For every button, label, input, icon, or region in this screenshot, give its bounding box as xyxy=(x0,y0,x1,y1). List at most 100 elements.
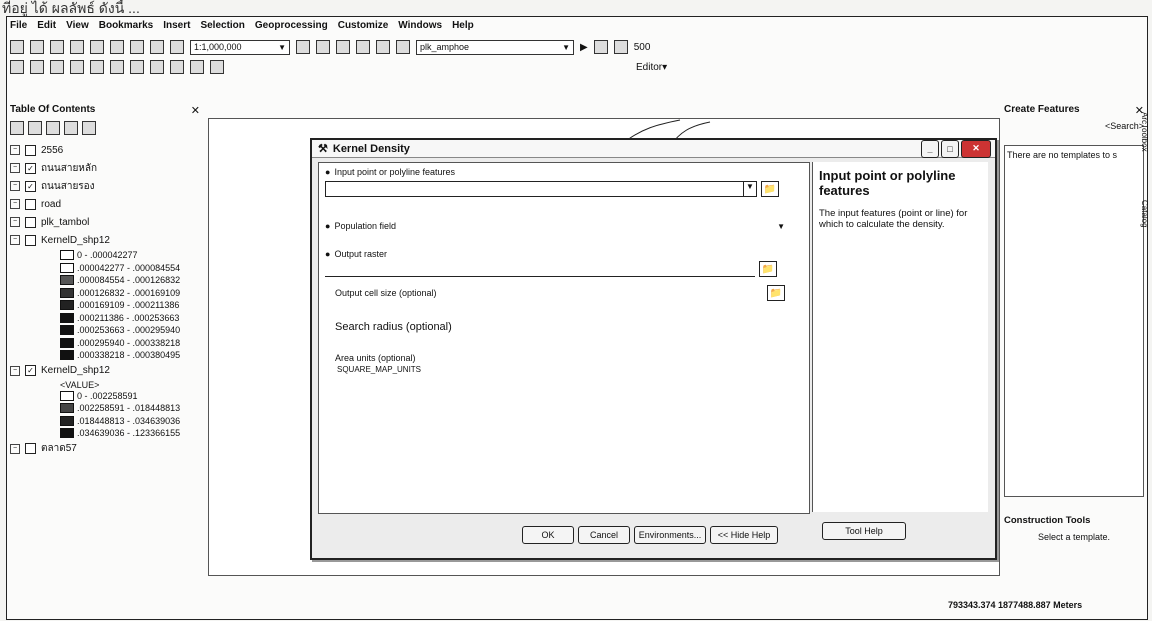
legend-swatch xyxy=(60,300,74,311)
toc-layer[interactable]: − ✓ ถนนสายรอง xyxy=(10,177,200,195)
menu-item-insert[interactable]: Insert xyxy=(163,20,190,36)
catalog-tab[interactable]: Catalog xyxy=(1140,200,1149,228)
menu-item-help[interactable]: Help xyxy=(452,20,474,36)
menu-item-geoprocessing[interactable]: Geoprocessing xyxy=(255,20,328,36)
area-units-select[interactable]: SQUARE_MAP_UNITS xyxy=(337,365,421,374)
zoom-out-icon[interactable] xyxy=(30,60,44,74)
ok-button[interactable]: OK xyxy=(522,526,574,544)
find-icon[interactable] xyxy=(170,60,184,74)
arctoolbox-tab[interactable]: ArcToolbox xyxy=(1140,112,1149,152)
editor-menu[interactable]: Editor▾ xyxy=(636,62,667,73)
python-icon[interactable] xyxy=(396,40,410,54)
close-icon[interactable]: ✕ xyxy=(961,139,991,158)
legend-label: 0 - .000042277 xyxy=(77,250,138,261)
paste-icon[interactable] xyxy=(130,40,144,54)
layer-visibility-checkbox[interactable] xyxy=(25,198,36,210)
layer-combo[interactable]: plk_amphoe ▼ xyxy=(416,39,574,55)
expand-toggle-icon[interactable]: − xyxy=(10,163,20,173)
expand-toggle-icon[interactable]: − xyxy=(10,199,20,209)
tool-help-button[interactable]: Tool Help xyxy=(822,522,906,540)
toc-layer[interactable]: − 2556 xyxy=(10,141,200,159)
print-icon[interactable] xyxy=(70,40,84,54)
output-raster-input[interactable] xyxy=(325,261,755,277)
open-icon[interactable] xyxy=(30,40,44,54)
toc-layer[interactable]: − road xyxy=(10,195,200,213)
environments-button[interactable]: Environments... xyxy=(634,526,706,544)
layer-visibility-checkbox[interactable]: ✓ xyxy=(25,365,36,376)
menu-item-customize[interactable]: Customize xyxy=(338,20,389,36)
cancel-button[interactable]: Cancel xyxy=(578,526,630,544)
list-by-drawing-order-icon[interactable] xyxy=(10,121,24,135)
menu-item-edit[interactable]: Edit xyxy=(37,20,56,36)
toc-layer[interactable]: − KernelD_shp12 xyxy=(10,231,200,249)
layer-visibility-checkbox[interactable]: ✓ xyxy=(25,162,36,174)
menu-item-bookmarks[interactable]: Bookmarks xyxy=(99,20,153,36)
browse-folder-icon[interactable]: 📁 xyxy=(761,181,779,197)
grid-icon[interactable] xyxy=(613,40,628,54)
menu-item-windows[interactable]: Windows xyxy=(398,20,442,36)
minimize-icon[interactable]: _ xyxy=(921,139,939,158)
undo-icon[interactable] xyxy=(150,40,164,54)
legend-label: .034639036 - .123366155 xyxy=(77,428,181,439)
close-icon[interactable]: ✕ xyxy=(191,104,200,117)
hyperlink-icon[interactable] xyxy=(210,60,224,74)
number-field[interactable]: 500 xyxy=(634,42,651,53)
legend-class: .000253663 - .000295940 xyxy=(60,324,200,337)
new-icon[interactable] xyxy=(10,40,24,54)
hide-help-button[interactable]: << Hide Help xyxy=(710,526,778,544)
browse-folder-icon[interactable]: 📁 xyxy=(759,261,777,277)
toc-layer[interactable]: − ตลาด57 xyxy=(10,440,200,458)
play-icon[interactable]: ▶ xyxy=(580,42,588,53)
toc-layer[interactable]: − ✓ KernelD_shp12 xyxy=(10,362,200,380)
layer-visibility-checkbox[interactable] xyxy=(25,443,36,454)
menu-item-selection[interactable]: Selection xyxy=(200,20,244,36)
chevron-down-icon[interactable]: ▼ xyxy=(777,222,785,231)
scale-combo[interactable]: 1:1,000,000 ▼ xyxy=(190,39,290,55)
arctoolbox-icon[interactable] xyxy=(376,40,390,54)
list-by-visibility-icon[interactable] xyxy=(46,121,60,135)
cut-icon[interactable] xyxy=(90,40,104,54)
select-icon[interactable] xyxy=(130,60,144,74)
zoom-in-icon[interactable] xyxy=(10,60,24,74)
copy-icon[interactable] xyxy=(110,40,124,54)
toc-icon[interactable] xyxy=(316,40,330,54)
add-data-icon[interactable] xyxy=(170,40,184,54)
full-extent-icon[interactable] xyxy=(70,60,84,74)
layer-visibility-checkbox[interactable]: ✓ xyxy=(25,180,36,192)
expand-toggle-icon[interactable]: − xyxy=(10,181,20,191)
list-by-source-icon[interactable] xyxy=(28,121,42,135)
browse-folder-icon[interactable]: 📁 xyxy=(767,285,785,301)
expand-toggle-icon[interactable]: − xyxy=(10,365,20,376)
list-by-selection-icon[interactable] xyxy=(64,121,78,135)
save-icon[interactable] xyxy=(50,40,64,54)
legend-swatch xyxy=(60,312,74,323)
toc-layer[interactable]: − plk_tambol xyxy=(10,213,200,231)
catalog-icon[interactable] xyxy=(336,40,350,54)
layer-visibility-checkbox[interactable] xyxy=(25,234,36,246)
search-window-icon[interactable] xyxy=(356,40,370,54)
pan-icon[interactable] xyxy=(50,60,64,74)
expand-toggle-icon[interactable]: − xyxy=(10,235,20,245)
search-box[interactable]: <Search> xyxy=(1004,121,1144,131)
back-icon[interactable] xyxy=(110,60,124,74)
expand-toggle-icon[interactable]: − xyxy=(10,217,20,227)
expand-toggle-icon[interactable]: − xyxy=(10,145,20,155)
maximize-icon[interactable]: □ xyxy=(941,139,959,158)
menu-item-view[interactable]: View xyxy=(66,20,89,36)
menu-bar: File Edit View Bookmarks Insert Selection Geop… xyxy=(10,20,474,36)
identify-icon[interactable] xyxy=(150,60,164,74)
layer-visibility-checkbox[interactable] xyxy=(25,216,36,228)
layer-visibility-checkbox[interactable] xyxy=(25,144,36,156)
no-templates-text: There are no templates to s xyxy=(1007,150,1118,160)
refresh-icon[interactable] xyxy=(593,40,608,54)
editor-toolbar-icon[interactable] xyxy=(296,40,310,54)
input-features-combo[interactable]: ▼ xyxy=(325,181,757,197)
scale-value: 1:1,000,000 xyxy=(194,42,242,52)
expand-toggle-icon[interactable]: − xyxy=(10,443,20,454)
toc-layer[interactable]: − ✓ ถนนสายหลัก xyxy=(10,159,200,177)
menu-item-file[interactable]: File xyxy=(10,20,27,36)
options-icon[interactable] xyxy=(82,121,96,135)
measure-icon[interactable] xyxy=(190,60,204,74)
area-units-label: Area units (optional) xyxy=(335,353,416,363)
fixed-zoom-icon[interactable] xyxy=(90,60,104,74)
